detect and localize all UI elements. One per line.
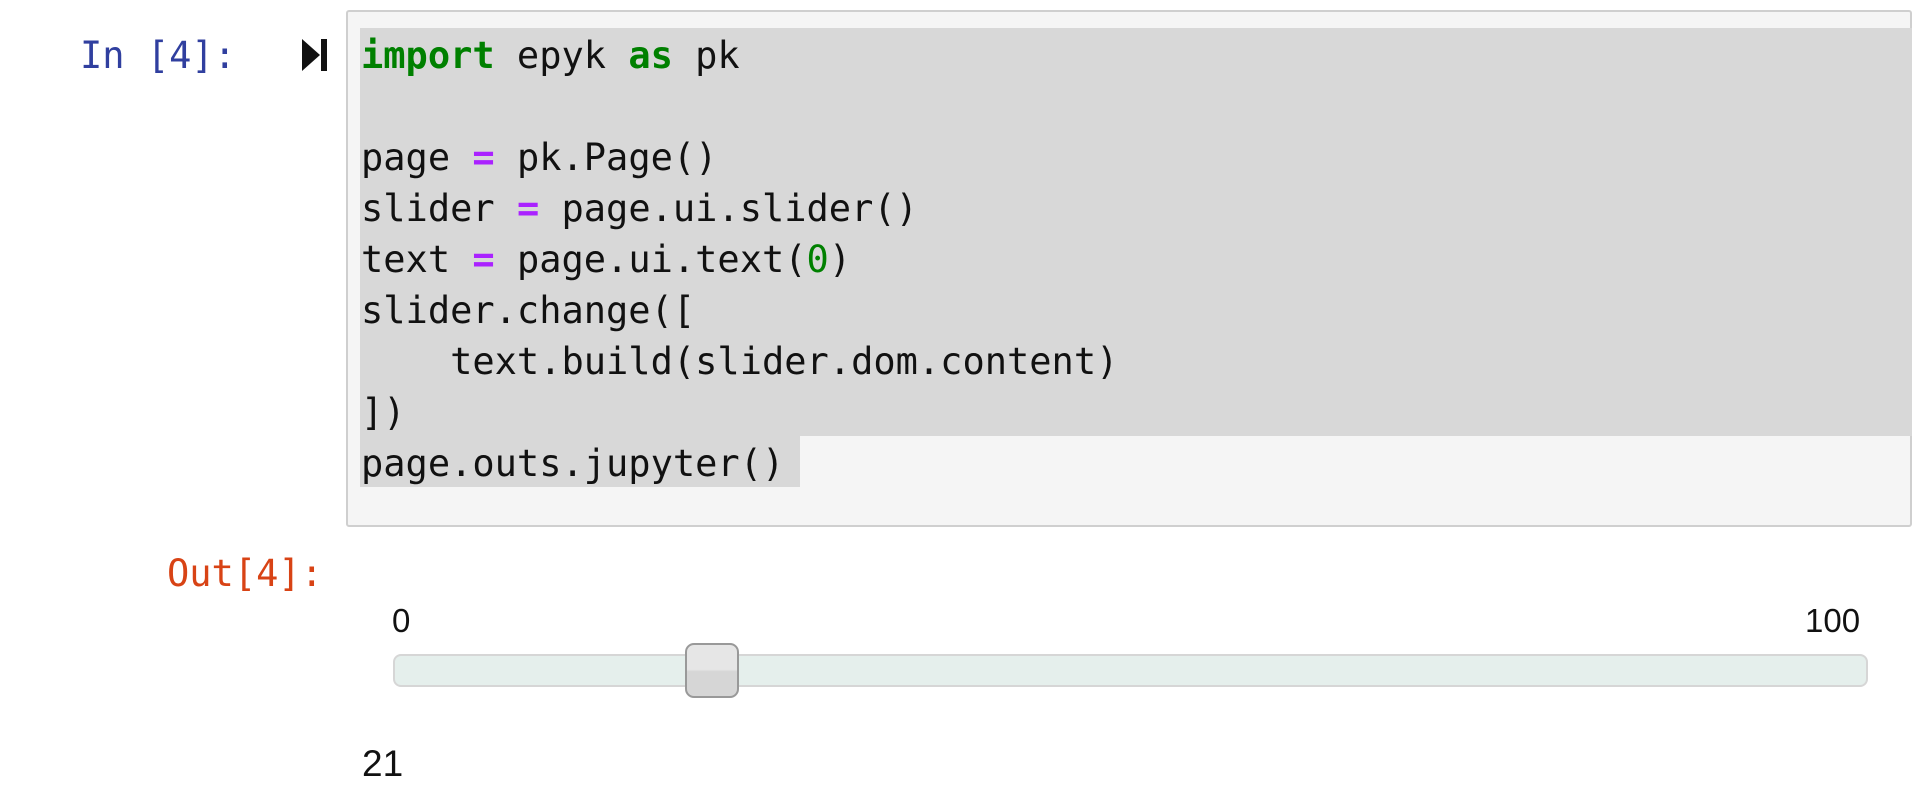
code-token: epyk — [494, 34, 629, 77]
code-line: ]) — [361, 387, 1118, 438]
code-token: page.ui.text( — [494, 238, 807, 281]
code-token: text — [361, 238, 473, 281]
code-editor[interactable]: import epyk as pk page = pk.Page() slider… — [361, 30, 1118, 489]
output-prompt: Out[4]: — [167, 552, 323, 595]
code-line: slider = page.ui.slider() — [361, 183, 1118, 234]
code-token: = — [472, 238, 495, 281]
slider-min-label: 0 — [392, 602, 411, 639]
code-token: text.build(slider.dom.content) — [361, 340, 1119, 383]
slider-handle[interactable] — [685, 643, 740, 698]
notebook-cell: In [4]: import epyk as pk page = pk.Page… — [0, 0, 1931, 802]
code-line: page = pk.Page() — [361, 132, 1118, 183]
code-token: = — [516, 187, 540, 230]
code-token: slider.change([ — [361, 289, 696, 332]
code-token: = — [472, 136, 495, 179]
code-token: 0 — [806, 238, 829, 281]
code-line: page.outs.jupyter() — [361, 438, 1118, 489]
input-prompt: In [4]: — [80, 34, 236, 77]
slider-track[interactable] — [393, 654, 1868, 687]
code-token: pk — [672, 34, 740, 77]
slider-max-label: 100 — [1805, 602, 1861, 639]
code-token: page — [361, 136, 473, 179]
output-text-value: 21 — [362, 743, 404, 784]
code-line: slider.change([ — [361, 285, 1118, 336]
code-line: import epyk as pk — [361, 30, 1118, 81]
code-token: ) — [828, 238, 852, 281]
code-line: text = page.ui.text(0) — [361, 234, 1118, 285]
code-token: import — [361, 34, 495, 77]
code-token: ]) — [361, 391, 406, 434]
run-cell-icon[interactable] — [300, 37, 330, 73]
code-token: page.ui.slider() — [539, 187, 918, 230]
code-token: page.outs.jupyter() — [361, 442, 785, 485]
code-token: as — [628, 34, 673, 77]
code-line: text.build(slider.dom.content) — [361, 336, 1118, 387]
code-token: pk.Page() — [494, 136, 718, 179]
code-token: slider — [361, 187, 517, 230]
